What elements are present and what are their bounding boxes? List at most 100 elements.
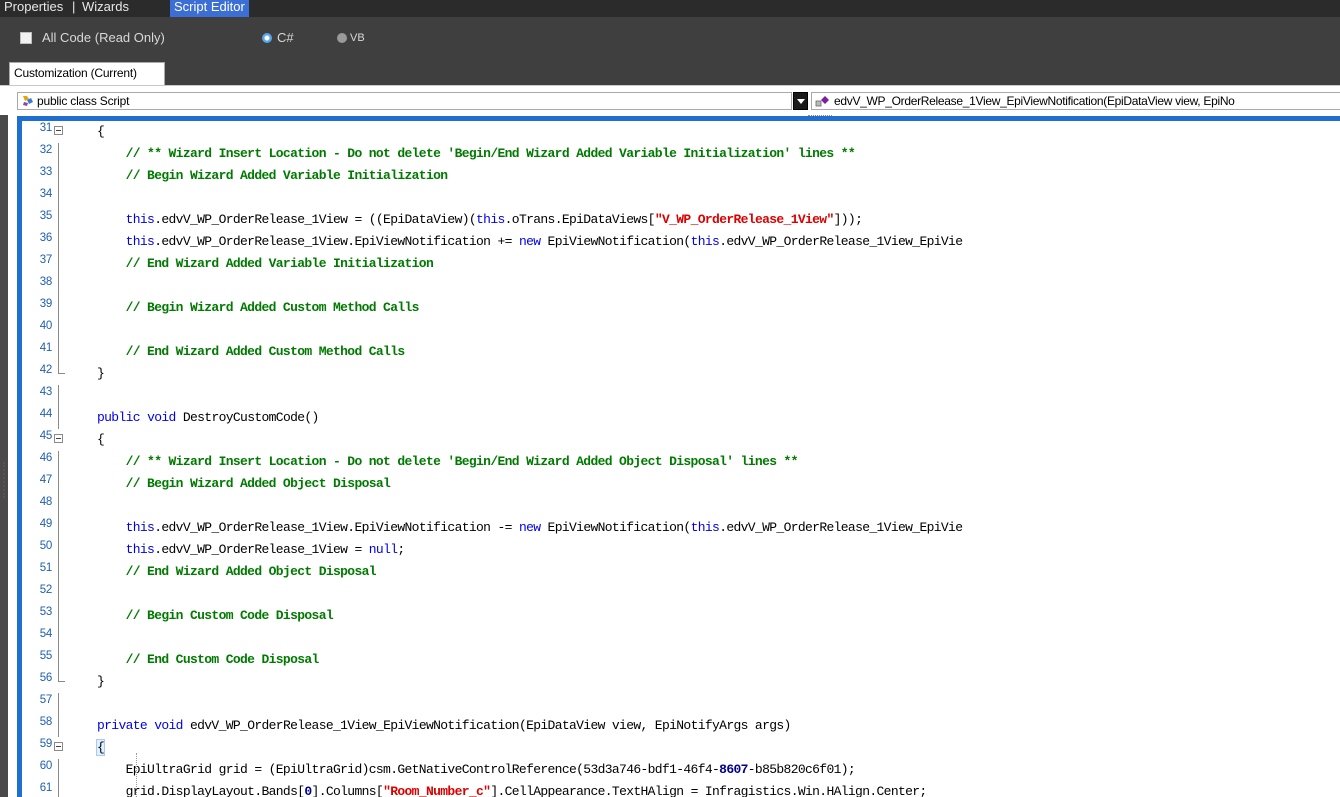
fold-guide xyxy=(58,231,59,253)
code-token: ].CellAppearance.TextHAlign = Infragisti… xyxy=(490,784,927,797)
code-line[interactable]: 35 this.edvV_WP_OrderRelease_1View = ((E… xyxy=(22,209,1340,231)
fold-guide xyxy=(58,209,59,231)
code-line[interactable]: 56} xyxy=(22,671,1340,693)
indent-guide xyxy=(136,753,137,797)
line-number: 51 xyxy=(39,562,53,574)
customization-tab-row: Customization (Current) xyxy=(0,59,1340,85)
fold-guide xyxy=(58,715,59,737)
code-line[interactable]: 52 xyxy=(22,583,1340,605)
code-line[interactable]: 53 // Begin Custom Code Disposal xyxy=(22,605,1340,627)
class-dropdown-button[interactable] xyxy=(793,92,808,110)
tab-wizards[interactable]: Wizards xyxy=(78,0,133,17)
code-line[interactable]: 59 { xyxy=(22,737,1340,759)
code-token: // Begin Wizard Added Object Disposal xyxy=(97,476,391,491)
line-number: 52 xyxy=(39,584,53,596)
code-line[interactable]: 50 this.edvV_WP_OrderRelease_1View = nul… xyxy=(22,539,1340,561)
code-line[interactable]: 39 // Begin Wizard Added Custom Method C… xyxy=(22,297,1340,319)
code-token: // ** Wizard Insert Location - Do not de… xyxy=(97,454,799,469)
method-dropdown[interactable]: edvV_WP_OrderRelease_1View_EpiViewNotifi… xyxy=(811,92,1340,110)
code-text: // Begin Wizard Added Variable Initializ… xyxy=(97,168,448,183)
line-number: 45 xyxy=(39,430,53,442)
code-line[interactable]: 46 // ** Wizard Insert Location - Do not… xyxy=(22,451,1340,473)
fold-guide xyxy=(58,297,59,319)
fold-guide xyxy=(58,561,59,583)
code-token: ; xyxy=(397,542,405,557)
code-token: // ** Wizard Insert Location - Do not de… xyxy=(97,146,856,161)
line-number: 56 xyxy=(39,672,53,684)
code-text: { xyxy=(95,739,106,756)
code-line[interactable]: 34 xyxy=(22,187,1340,209)
code-token: // End Wizard Added Object Disposal xyxy=(97,564,377,579)
code-line[interactable]: 47 // Begin Wizard Added Object Disposal xyxy=(22,473,1340,495)
code-text: EpiUltraGrid grid = (EpiUltraGrid)csm.Ge… xyxy=(97,762,856,777)
code-token: null xyxy=(368,542,398,557)
code-editor[interactable]: 31 {32 // ** Wizard Insert Location - Do … xyxy=(17,116,1340,797)
line-number: 32 xyxy=(39,144,53,156)
code-token: EpiViewNotification( xyxy=(540,520,692,535)
code-line[interactable]: 41 // End Wizard Added Custom Method Cal… xyxy=(22,341,1340,363)
code-line[interactable]: 32 // ** Wizard Insert Location - Do not… xyxy=(22,143,1340,165)
vertical-splitter-grip[interactable] xyxy=(3,462,5,498)
code-text: // Begin Wizard Added Object Disposal xyxy=(97,476,391,491)
code-line[interactable]: 58 private void edvV_WP_OrderRelease_1Vie… xyxy=(22,715,1340,737)
code-line[interactable]: 49 this.edvV_WP_OrderRelease_1View.EpiVi… xyxy=(22,517,1340,539)
code-text: this.edvV_WP_OrderRelease_1View.EpiViewN… xyxy=(97,234,963,249)
class-dropdown[interactable]: public class Script xyxy=(17,92,792,110)
collapse-icon[interactable] xyxy=(54,742,63,751)
csharp-radio[interactable] xyxy=(262,33,272,43)
tab-customization-current[interactable]: Customization (Current) xyxy=(9,62,165,85)
code-line[interactable]: 36 this.edvV_WP_OrderRelease_1View.EpiVi… xyxy=(22,231,1340,253)
fold-guide xyxy=(58,583,59,605)
code-line[interactable]: 44 public void DestroyCustomCode() xyxy=(22,407,1340,429)
code-token: } xyxy=(97,366,105,381)
code-line[interactable]: 48 xyxy=(22,495,1340,517)
line-number: 31 xyxy=(39,122,53,134)
code-token: void xyxy=(154,718,183,733)
code-text: this.edvV_WP_OrderRelease_1View = null; xyxy=(97,542,406,557)
fold-guide xyxy=(58,451,59,473)
code-text: { xyxy=(97,124,105,139)
tab-properties[interactable]: Properties xyxy=(0,0,67,17)
code-line[interactable]: 31 { xyxy=(22,121,1340,143)
line-number: 61 xyxy=(39,782,53,794)
vb-radio[interactable] xyxy=(337,33,347,43)
fold-guide xyxy=(58,781,59,797)
code-line[interactable]: 38 xyxy=(22,275,1340,297)
line-number: 55 xyxy=(39,650,53,662)
fold-guide xyxy=(58,517,59,539)
collapse-icon[interactable] xyxy=(54,434,63,443)
collapse-icon[interactable] xyxy=(54,126,63,135)
code-line[interactable]: 43 xyxy=(22,385,1340,407)
member-dropdown-row: public class Script edvV_WP_OrderRelease… xyxy=(0,85,1340,115)
code-token: new xyxy=(518,520,541,535)
code-line[interactable]: 57 xyxy=(22,693,1340,715)
code-token: "Room_Number_c" xyxy=(383,784,491,797)
code-token: private xyxy=(97,718,148,733)
code-token: ])); xyxy=(833,212,863,227)
code-line[interactable]: 40 xyxy=(22,319,1340,341)
top-tab-strip: Properties | Wizards Script Editor xyxy=(0,0,1340,17)
code-line[interactable]: 60 EpiUltraGrid grid = (EpiUltraGrid)csm… xyxy=(22,759,1340,781)
line-number: 60 xyxy=(39,760,53,772)
code-line[interactable]: 55 // End Custom Code Disposal xyxy=(22,649,1340,671)
code-token: edvV_WP_OrderRelease_1View_EpiViewNotifi… xyxy=(182,718,791,733)
code-line[interactable]: 61 grid.DisplayLayout.Bands[0].Columns["… xyxy=(22,781,1340,797)
code-token: this xyxy=(690,234,720,249)
code-token: new xyxy=(518,234,541,249)
code-line[interactable]: 33 // Begin Wizard Added Variable Initia… xyxy=(22,165,1340,187)
code-line[interactable]: 37 // End Wizard Added Variable Initiali… xyxy=(22,253,1340,275)
code-line[interactable]: 54 xyxy=(22,627,1340,649)
code-token: // End Wizard Added Variable Initializat… xyxy=(97,256,434,271)
code-line[interactable]: 45 { xyxy=(22,429,1340,451)
code-line[interactable]: 42} xyxy=(22,363,1340,385)
all-code-checkbox[interactable] xyxy=(20,32,32,44)
code-text: // Begin Custom Code Disposal xyxy=(97,608,334,623)
line-number: 46 xyxy=(39,452,53,464)
tab-script-editor[interactable]: Script Editor xyxy=(170,0,249,17)
code-token: this xyxy=(97,212,155,227)
code-line[interactable]: 51 // End Wizard Added Object Disposal xyxy=(22,561,1340,583)
code-text: } xyxy=(97,366,105,381)
fold-guide xyxy=(58,143,59,165)
fold-guide xyxy=(58,407,59,429)
